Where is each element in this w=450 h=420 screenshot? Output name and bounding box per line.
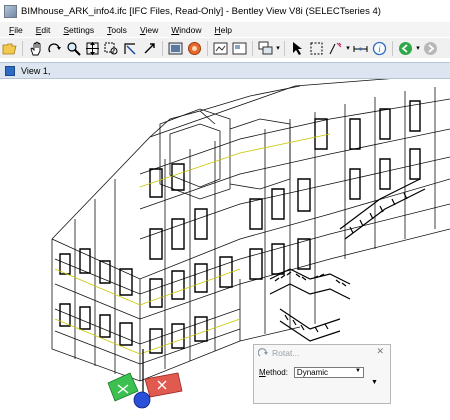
menu-help[interactable]: Help <box>205 25 235 35</box>
close-icon[interactable]: ✕ <box>376 346 384 357</box>
toolbar-separator <box>252 40 253 56</box>
rotate-view-dialog: Rotat... ✕ Method: Dynamic ▼ ▼ <box>253 344 391 404</box>
pan-hand-icon[interactable] <box>27 40 44 57</box>
zoom-icon[interactable] <box>65 40 82 57</box>
fence-icon[interactable] <box>308 40 325 57</box>
menu-file[interactable]: File <box>0 25 27 35</box>
menu-bar: File Edit Settings Tools View Window Hel… <box>0 22 450 37</box>
view-next-icon[interactable] <box>141 40 158 57</box>
expand-dialog-icon[interactable]: ▼ <box>371 379 378 386</box>
rotate-icon[interactable] <box>46 40 63 57</box>
method-label: Method: <box>259 368 288 377</box>
dialog-title: Rotat... <box>272 347 300 358</box>
display-style-icon[interactable] <box>212 40 229 57</box>
toolbar-separator <box>22 40 23 56</box>
back-icon[interactable] <box>397 40 414 57</box>
toolbar-separator <box>284 40 285 56</box>
toolbar-separator <box>392 40 393 56</box>
open-folder-icon[interactable] <box>1 40 18 57</box>
menu-view[interactable]: View <box>131 25 162 35</box>
view-title: View 1, <box>21 65 51 76</box>
method-value: Dynamic <box>296 368 329 377</box>
title-bar: BIMhouse_ARK_info4.ifc [IFC Files, Read-… <box>0 0 450 22</box>
menu-settings[interactable]: Settings <box>54 25 98 35</box>
select-arrow-icon[interactable] <box>289 40 306 57</box>
menu-window[interactable]: Window <box>162 25 205 35</box>
level-display-icon[interactable] <box>257 40 274 57</box>
toolbar-separator <box>162 40 163 56</box>
view-rotation-axis-icon[interactable] <box>107 349 183 409</box>
distance-icon[interactable] <box>352 40 369 57</box>
toolbar-separator <box>207 40 208 56</box>
method-row: Method: Dynamic ▼ <box>259 367 364 378</box>
rotate-view-icon <box>258 347 268 356</box>
measure-icon[interactable] <box>327 40 344 57</box>
view-window-header: View 1, <box>0 62 450 79</box>
window-area-icon[interactable] <box>103 40 120 57</box>
view-window-icon[interactable] <box>5 65 15 76</box>
chevron-down-icon[interactable]: ▾ <box>275 44 281 52</box>
window-title: BIMhouse_ARK_info4.ifc [IFC Files, Read-… <box>21 5 381 17</box>
forward-icon[interactable] <box>422 40 439 57</box>
view-previous-icon[interactable] <box>122 40 139 57</box>
menu-edit[interactable]: Edit <box>27 25 55 35</box>
menu-tools[interactable]: Tools <box>98 25 131 35</box>
main-toolbar: ▾ ▾ i ▾ <box>0 38 450 58</box>
app-icon <box>4 4 17 18</box>
method-select[interactable]: Dynamic ▼ <box>293 367 364 378</box>
chevron-down-icon: ▼ <box>354 368 361 374</box>
clip-volume-icon[interactable] <box>167 40 184 57</box>
view-attributes-icon[interactable] <box>231 40 248 57</box>
chevron-down-icon[interactable]: ▾ <box>415 44 421 52</box>
render-icon[interactable] <box>186 40 203 57</box>
info-icon[interactable]: i <box>371 40 388 57</box>
fit-view-icon[interactable] <box>84 40 101 57</box>
dialog-header: Rotat... <box>254 345 390 360</box>
chevron-down-icon[interactable]: ▾ <box>345 44 351 52</box>
